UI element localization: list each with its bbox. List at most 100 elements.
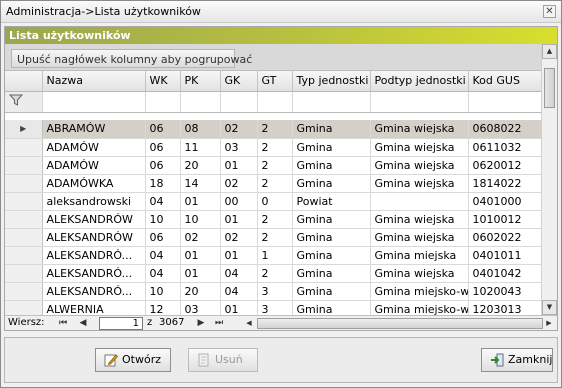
table-cell[interactable]: 03 (180, 300, 221, 315)
table-cell[interactable]: 0611032 (468, 138, 542, 157)
table-cell[interactable]: ALWERNIA (42, 300, 146, 315)
filter-input[interactable] (292, 91, 371, 113)
filter-input[interactable] (42, 91, 146, 113)
table-cell[interactable]: 06 (145, 156, 181, 175)
table-cell[interactable]: 0401042 (468, 264, 542, 283)
table-cell[interactable]: 0401011 (468, 246, 542, 265)
filter-input[interactable] (145, 91, 181, 113)
table-cell[interactable]: Gmina wiejska (370, 120, 469, 139)
table-cell[interactable]: 01 (180, 264, 221, 283)
table-cell[interactable]: 20 (180, 282, 221, 301)
table-row[interactable]: ▶ ABRAMÓW 06 08 02 2 Gmina Gmina wiejska 0608022 (5, 120, 542, 139)
group-by-area[interactable]: Upuść nagłówek kolumny aby pogrupować (5, 44, 542, 71)
table-cell[interactable]: 1203013 (468, 300, 542, 315)
table-cell[interactable]: 14 (180, 174, 221, 193)
row-indicator[interactable] (5, 300, 43, 315)
table-cell[interactable]: 3 (257, 300, 293, 315)
column-header[interactable]: Kod GUS (468, 71, 542, 92)
filter-cell[interactable] (5, 91, 43, 113)
table-row[interactable]: ADAMÓW 06 11 03 2 Gmina Gmina wiejska 0611032 (5, 138, 542, 157)
table-cell[interactable]: 18 (145, 174, 181, 193)
table-cell[interactable]: ALEKSANDRÓW (42, 210, 146, 229)
column-header[interactable]: Typ jednostki (292, 71, 371, 92)
table-cell[interactable]: 3 (257, 282, 293, 301)
table-cell[interactable]: 11 (180, 138, 221, 157)
table-cell[interactable]: 01 (220, 156, 258, 175)
table-row[interactable]: ALEKSANDRÓ... 04 01 01 1 Gmina Gmina miejska 04… (5, 246, 542, 265)
table-cell[interactable]: Gmina (292, 264, 371, 283)
table-cell[interactable]: Gmina (292, 300, 371, 315)
table-cell[interactable]: 01 (180, 246, 221, 265)
table-cell[interactable]: Gmina (292, 282, 371, 301)
table-cell[interactable]: 2 (257, 210, 293, 229)
filter-input[interactable] (257, 91, 293, 113)
row-indicator[interactable] (5, 192, 43, 211)
filter-input[interactable] (468, 91, 542, 113)
delete-button[interactable]: Usuń (188, 348, 258, 372)
table-cell[interactable]: 2 (257, 138, 293, 157)
table-row[interactable]: ALWERNIA1203013GminaGmina miejsko-w...12… (5, 300, 542, 315)
table-cell[interactable]: Gmina miejska (370, 246, 469, 265)
table-cell[interactable]: Gmina wiejska (370, 156, 469, 175)
table-cell[interactable]: 04 (220, 264, 258, 283)
table-cell[interactable]: Gmina wiejska (370, 174, 469, 193)
table-cell[interactable]: ADAMÓW (42, 138, 146, 157)
table-cell[interactable] (370, 192, 469, 211)
table-cell[interactable]: 02 (180, 228, 221, 247)
open-button[interactable]: Otwórz (95, 348, 171, 372)
table-row[interactable]: ALEKSANDRÓW 10 10 01 2 Gmina Gmina wiejska 1010… (5, 210, 542, 229)
vertical-scrollbar[interactable]: ▲ ▼ (541, 44, 557, 315)
table-cell[interactable]: 00 (220, 192, 258, 211)
table-cell[interactable]: 2 (257, 264, 293, 283)
row-indicator[interactable] (5, 156, 43, 175)
table-cell[interactable]: ALEKSANDRÓW (42, 228, 146, 247)
row-indicator[interactable] (5, 246, 43, 265)
table-cell[interactable]: 10 (145, 282, 181, 301)
table-cell[interactable]: 02 (220, 228, 258, 247)
table-cell[interactable]: 03 (220, 138, 258, 157)
table-cell[interactable]: 0401000 (468, 192, 542, 211)
row-indicator[interactable]: ▶ (5, 120, 43, 139)
table-cell[interactable]: 20 (180, 156, 221, 175)
first-page-button[interactable]: ⏮ (57, 317, 69, 329)
column-header[interactable]: Nazwa (42, 71, 146, 92)
table-cell[interactable]: 1814022 (468, 174, 542, 193)
table-cell[interactable]: 02 (220, 174, 258, 193)
row-indicator[interactable] (5, 228, 43, 247)
scroll-down-button[interactable]: ▼ (542, 300, 557, 315)
table-cell[interactable]: 12 (145, 300, 181, 315)
table-cell[interactable]: Powiat (292, 192, 371, 211)
column-header[interactable]: GT (257, 71, 293, 92)
table-cell[interactable]: ALEKSANDRÓ... (42, 264, 146, 283)
column-header[interactable]: PK (180, 71, 221, 92)
scroll-up-button[interactable]: ▲ (542, 44, 557, 59)
table-cell[interactable]: 04 (145, 264, 181, 283)
table-cell[interactable]: 0620012 (468, 156, 542, 175)
table-cell[interactable]: 01 (180, 192, 221, 211)
column-header[interactable]: GK (220, 71, 258, 92)
current-row-input[interactable]: 1 (99, 317, 143, 330)
table-cell[interactable]: 08 (180, 120, 221, 139)
column-header[interactable]: Podtyp jednostki (370, 71, 469, 92)
close-button[interactable]: Zamknij (481, 348, 553, 372)
table-cell[interactable]: 1010012 (468, 210, 542, 229)
table-cell[interactable]: 06 (145, 228, 181, 247)
table-cell[interactable]: 1020043 (468, 282, 542, 301)
table-row[interactable]: ALEKSANDRÓ... 10 20 04 3 Gmina Gmina miejsko-w… (5, 282, 542, 301)
table-cell[interactable]: Gmina miejsko-w... (370, 282, 469, 301)
table-cell[interactable]: Gmina (292, 210, 371, 229)
table-cell[interactable]: 01 (220, 210, 258, 229)
table-cell[interactable]: 04 (145, 192, 181, 211)
table-cell[interactable]: 02 (220, 120, 258, 139)
table-cell[interactable]: Gmina wiejska (370, 138, 469, 157)
table-cell[interactable]: 01 (220, 300, 258, 315)
scroll-right-button[interactable]: ▶ (543, 317, 555, 330)
table-row[interactable]: ADAMÓW 06 20 01 2 Gmina Gmina wiejska 0620012 (5, 156, 542, 175)
table-cell[interactable]: 0608022 (468, 120, 542, 139)
row-indicator[interactable] (5, 210, 43, 229)
table-cell[interactable]: Gmina wiejska (370, 228, 469, 247)
table-row[interactable]: ALEKSANDRÓW 06 02 02 2 Gmina Gmina wiejska 0602… (5, 228, 542, 247)
table-cell[interactable]: ADAMÓW (42, 156, 146, 175)
row-indicator[interactable] (5, 264, 43, 283)
row-indicator[interactable] (5, 282, 43, 301)
